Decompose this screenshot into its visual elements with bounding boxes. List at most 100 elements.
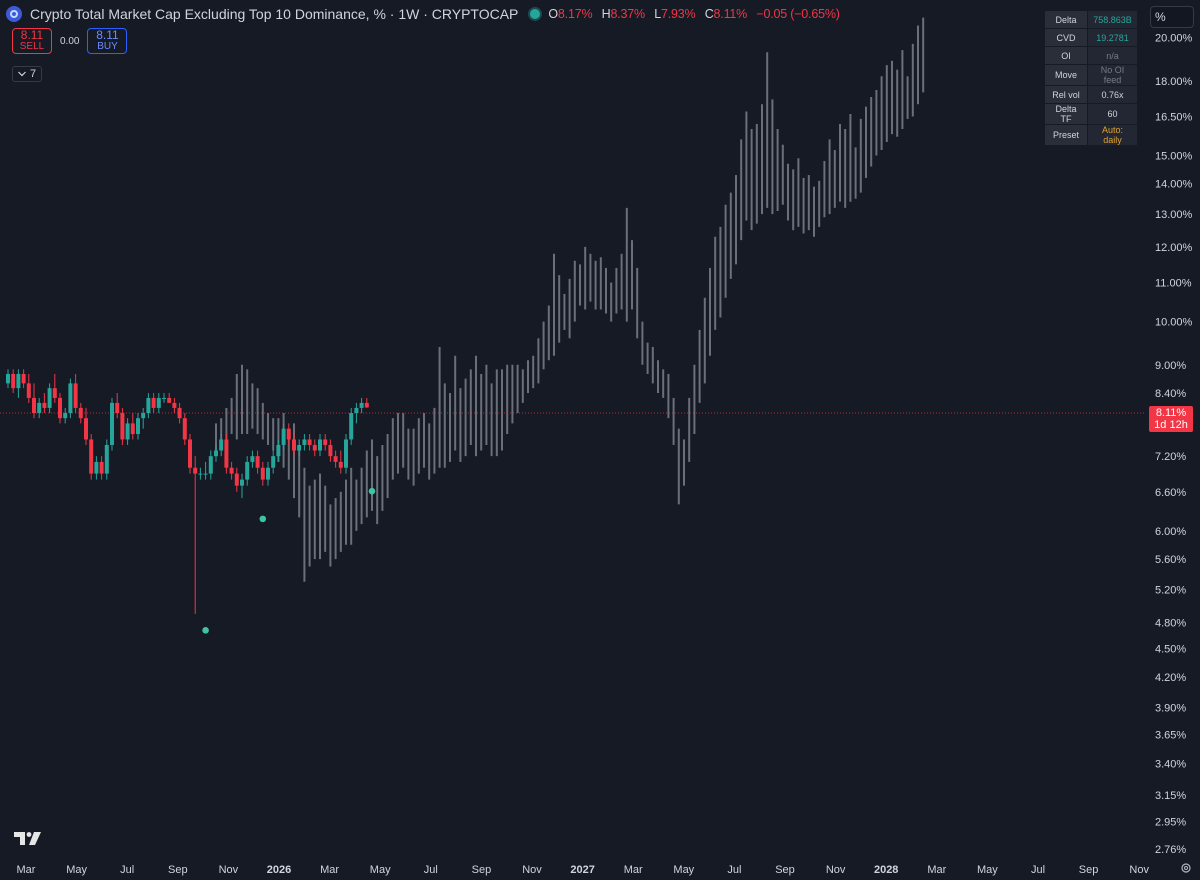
open-key: O [548,7,558,21]
candle-body [120,413,125,440]
time-tick-label: Sep [472,864,492,876]
time-axis[interactable]: Mar May Jul Sep Nov 2026 Mar May Jul Sep Nov 2027 Ma… [17,864,1150,876]
table-value: n/a [1087,46,1138,65]
candle-body [323,439,328,445]
table-row: Delta 758.863B [1044,10,1138,29]
candle-body [240,479,244,486]
candle-body [271,456,276,468]
candle-body [229,467,234,474]
table-label: Move [1044,64,1088,86]
candle-body [68,383,73,414]
candle-body [16,373,21,389]
price-tick-label: 11.00% [1155,278,1192,290]
time-tick-label: Jul [120,864,134,876]
indicators-count: 7 [30,68,37,80]
symbol-title[interactable]: Crypto Total Market Cap Excluding Top 10… [30,6,518,22]
price-tick-label: 10.00% [1155,317,1193,329]
candle-body [26,383,31,398]
candle-body [260,467,265,480]
candle-body [338,461,343,468]
last-price-tag: 8.11% 1d 12h [1149,406,1193,432]
candle-body [99,461,104,474]
table-row: CVD 19.2781 [1044,28,1138,47]
sell-label: SELL [19,41,45,52]
candle-body [193,467,198,474]
time-tick-label: May [370,864,391,876]
low-key: L [654,7,661,21]
candle-body [297,444,302,451]
buy-button[interactable]: 8.11 BUY [87,28,128,54]
market-status-icon[interactable] [530,9,541,19]
change-value: −0.05 (−0.65%) [756,7,840,21]
candle-body [286,428,291,440]
price-tick-label: 4.50% [1155,644,1186,656]
candle-body [141,413,146,419]
time-tick-label: Jul [1031,864,1045,876]
candle-body [89,439,94,474]
table-label: Rel vol [1044,85,1088,104]
candle-body [266,467,270,480]
time-tick-label: Jul [424,864,438,876]
gear-icon[interactable] [1180,862,1192,874]
price-tick-label: 12.00% [1155,242,1193,254]
table-value: 0.76x [1087,85,1138,104]
candle-body [281,428,286,445]
candle-body [245,461,250,480]
candle-body [312,444,317,451]
candle-body [156,397,161,408]
sell-price: 8.11 [20,28,44,42]
tradingview-logo-icon[interactable] [14,830,42,846]
time-tick-label: Sep [168,864,188,876]
price-chart[interactable]: 20.00% 18.00% 16.50% 15.00% 14.00% 13.00% 12.0… [0,0,1200,880]
candle-body [307,439,312,445]
candle-body [130,423,135,435]
table-row: Delta TF 60 [1044,103,1138,125]
price-tick-label: 16.50% [1155,111,1193,123]
candle-body [6,373,10,384]
sell-button[interactable]: 8.11 SELL [12,28,52,54]
bar-countdown: 1d 12h [1154,419,1188,431]
price-tick-label: 6.00% [1155,526,1186,538]
price-tick-label: 9.00% [1155,360,1186,372]
table-row: Preset Auto: daily [1044,124,1138,146]
candle-body [255,456,260,468]
candle-body [172,402,177,408]
chart-background [0,0,1200,880]
candle-body [47,388,52,408]
candle-body [21,373,26,384]
time-tick-label: Sep [1079,864,1099,876]
price-tick-label: 6.60% [1155,487,1186,499]
chevron-down-icon [18,71,26,77]
close-key: C [704,7,714,21]
time-tick-label: Nov [826,864,846,876]
price-tick-label: 3.40% [1155,759,1186,771]
price-tick-label: 13.00% [1155,209,1193,221]
price-tick-label: 18.00% [1155,76,1193,88]
table-value: Auto: daily [1087,124,1138,146]
candle-body [104,444,109,474]
indicators-toggle[interactable]: 7 [12,66,43,82]
price-tick-label: 2.95% [1155,817,1186,829]
candle-body [162,397,166,399]
time-tick-label: Mar [17,864,36,876]
candle-body [177,407,182,419]
axis-mode-button[interactable]: % [1150,6,1194,28]
candle-body [84,418,88,440]
candle-body [250,456,255,462]
trade-buttons: 8.11 SELL 0.00 8.11 BUY [12,28,128,54]
close-value: 8.11% [713,7,748,21]
time-tick-label: Sep [775,864,795,876]
price-tick-label: 2.76% [1155,844,1186,856]
time-tick-label: Mar [624,864,643,876]
price-tick-label: 3.65% [1155,729,1186,741]
candle-body [115,402,120,414]
order-flow-table: Delta 758.863B CVD 19.2781 OI n/a Move No OI fe… [1044,10,1138,146]
open-value: 8.17% [557,7,593,21]
candle-body [359,402,364,408]
chart-header: Crypto Total Market Cap Excluding Top 10… [6,6,846,22]
table-label: Preset [1044,124,1088,146]
table-label: Delta TF [1044,103,1088,125]
price-tick-label: 4.80% [1155,617,1186,629]
high-value: 8.37% [610,7,645,21]
table-value: 60 [1087,103,1138,125]
